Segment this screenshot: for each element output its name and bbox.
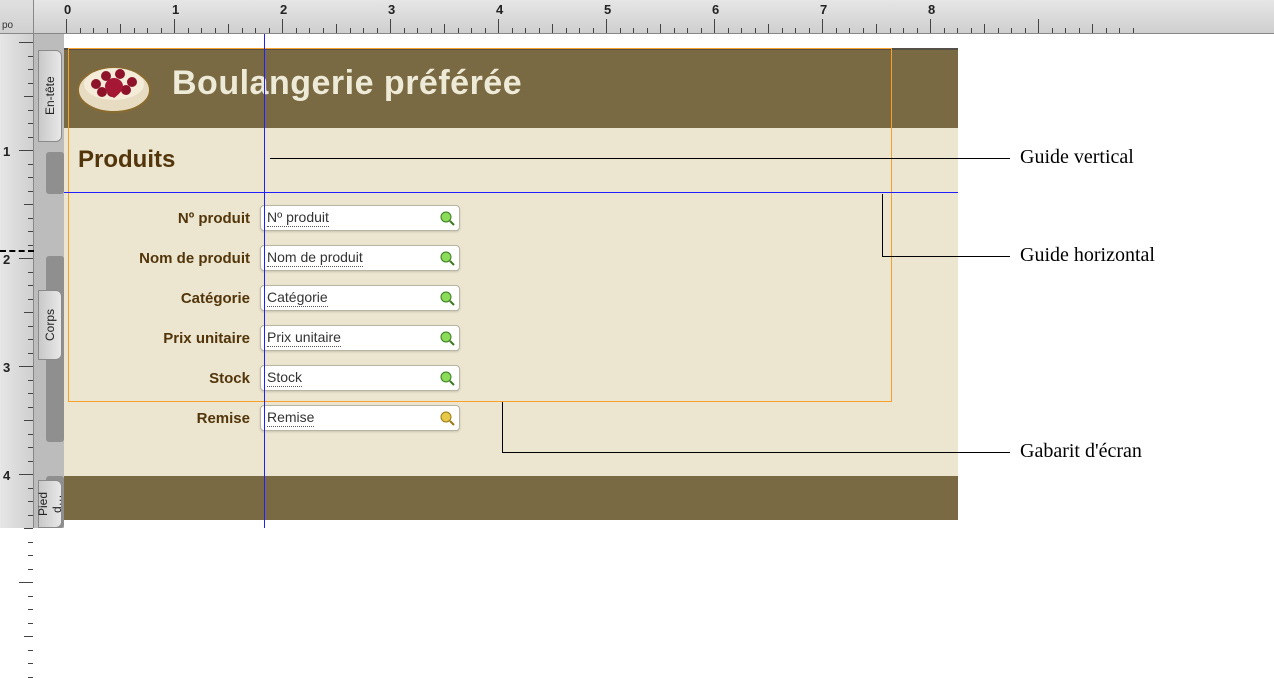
- callout-guide-horizontal: Guide horizontal: [1020, 244, 1155, 267]
- v-tick-1: 1: [3, 144, 10, 159]
- part-tab-body[interactable]: Corps: [38, 290, 62, 360]
- h-tick-5: 5: [604, 2, 611, 17]
- callout-gabarit: Gabarit d'écran: [1020, 440, 1142, 463]
- h-tick-7: 7: [820, 2, 827, 17]
- field-category-text: Catégorie: [267, 289, 328, 307]
- h-tick-8: 8: [928, 2, 935, 17]
- layout-canvas[interactable]: Boulangerie préférée Produits Nº produit…: [64, 34, 1274, 528]
- part-tab-footer-label: Pied d…: [36, 487, 64, 521]
- magnifier-icon[interactable]: [439, 210, 455, 226]
- label-unit-price: Prix unitaire: [64, 330, 260, 347]
- leader-gabarit-h: [502, 452, 1010, 453]
- h-tick-3: 3: [388, 2, 395, 17]
- field-discount-text: Remise: [267, 409, 314, 427]
- v-tick-3: 3: [3, 360, 10, 375]
- part-tab-header-label: En-tête: [43, 77, 57, 116]
- field-row-product-id: Nº produit Nº produit: [64, 204, 460, 232]
- ruler-break-marker: [0, 250, 34, 252]
- field-row-stock: Stock Stock: [64, 364, 460, 392]
- ruler-corner: po: [0, 0, 34, 34]
- magnifier-icon[interactable]: [439, 290, 455, 306]
- label-discount: Remise: [64, 410, 260, 427]
- v-tick-2: 2: [3, 252, 10, 267]
- h-tick-2: 2: [280, 2, 287, 17]
- field-product-id[interactable]: Nº produit: [260, 205, 460, 231]
- label-product-name: Nom de produit: [64, 250, 260, 267]
- part-handle-body-top[interactable]: [46, 152, 64, 194]
- magnifier-icon[interactable]: [439, 410, 455, 426]
- field-category[interactable]: Catégorie: [260, 285, 460, 311]
- magnifier-icon[interactable]: [439, 330, 455, 346]
- field-stock[interactable]: Stock: [260, 365, 460, 391]
- field-row-discount: Remise Remise: [64, 404, 460, 432]
- label-product-id: Nº produit: [64, 210, 260, 227]
- v-tick-4: 4: [3, 468, 10, 483]
- leader-gabarit-v: [502, 402, 503, 452]
- part-tab-footer[interactable]: Pied d…: [38, 480, 62, 528]
- ruler-unit-label: po: [2, 21, 13, 31]
- page-title: Boulangerie préférée: [172, 64, 522, 103]
- horizontal-ruler[interactable]: 0 1 2 3 4 5 6 7 8: [34, 0, 1274, 34]
- vertical-ruler[interactable]: 1 2 3 4: [0, 34, 34, 528]
- leader-guide-horizontal-v: [882, 194, 883, 256]
- field-discount[interactable]: Remise: [260, 405, 460, 431]
- layout-footer-band[interactable]: [64, 476, 958, 520]
- h-tick-0: 0: [64, 2, 71, 17]
- leader-guide-vertical: [270, 158, 1010, 159]
- field-product-name-text: Nom de produit: [267, 249, 363, 267]
- label-category: Catégorie: [64, 290, 260, 307]
- field-row-category: Catégorie Catégorie: [64, 284, 460, 312]
- layout-header-band[interactable]: Boulangerie préférée: [64, 48, 958, 128]
- field-row-product-name: Nom de produit Nom de produit: [64, 244, 460, 272]
- magnifier-icon[interactable]: [439, 250, 455, 266]
- field-unit-price[interactable]: Prix unitaire: [260, 325, 460, 351]
- h-tick-6: 6: [712, 2, 719, 17]
- field-stock-text: Stock: [267, 369, 302, 387]
- logo-pie-icon: [74, 56, 154, 116]
- field-product-id-text: Nº produit: [267, 209, 329, 227]
- h-tick-4: 4: [496, 2, 503, 17]
- magnifier-icon[interactable]: [439, 370, 455, 386]
- field-unit-price-text: Prix unitaire: [267, 329, 341, 347]
- leader-guide-horizontal-h: [882, 256, 1010, 257]
- section-title: Produits: [78, 146, 175, 174]
- part-tab-header[interactable]: En-tête: [38, 50, 62, 142]
- h-tick-1: 1: [172, 2, 179, 17]
- field-product-name[interactable]: Nom de produit: [260, 245, 460, 271]
- field-row-unit-price: Prix unitaire Prix unitaire: [64, 324, 460, 352]
- part-tab-body-label: Corps: [43, 309, 57, 341]
- callout-guide-vertical: Guide vertical: [1020, 146, 1134, 169]
- label-stock: Stock: [64, 370, 260, 387]
